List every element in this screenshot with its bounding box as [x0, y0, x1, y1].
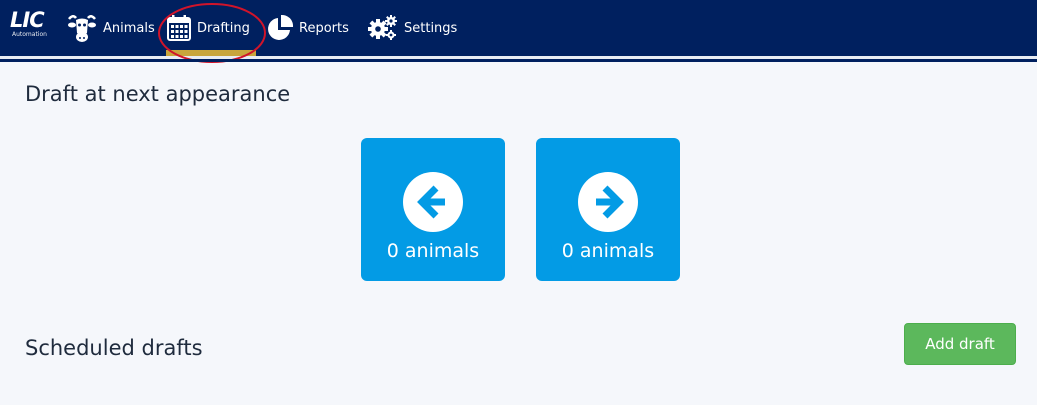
nav-label-animals: Animals [103, 20, 155, 36]
nav-item-settings[interactable]: Settings [367, 0, 457, 56]
draft-right-tile[interactable]: 0 animals [536, 138, 680, 281]
arrow-right-circle-icon [578, 172, 638, 236]
nav-label-settings: Settings [404, 20, 458, 36]
brand-tagline: Automation [12, 31, 47, 38]
nav-label-reports: Reports [299, 20, 349, 36]
scheduled-drafts-title: Scheduled drafts [25, 336, 203, 360]
cow-head-icon [66, 11, 98, 45]
draft-left-count: 0 animals [386, 240, 480, 262]
draft-left-tile[interactable]: 0 animals [361, 138, 505, 281]
arrow-left-circle-icon [403, 172, 463, 236]
draft-right-count: 0 animals [561, 240, 655, 262]
gears-icon [367, 14, 399, 42]
nav-label-drafting: Drafting [197, 20, 250, 36]
nav-item-reports[interactable]: Reports [266, 0, 349, 56]
nav-item-animals[interactable]: Animals [66, 0, 155, 56]
calendar-icon [166, 14, 192, 42]
top-navbar: LIC Automation Animals Drafting Reports … [0, 0, 1037, 63]
nav-item-drafting[interactable]: Drafting [166, 0, 250, 56]
add-draft-button[interactable]: Add draft [904, 323, 1016, 365]
brand-logo[interactable]: LIC Automation [10, 8, 47, 39]
brand-name: LIC [10, 8, 45, 32]
draft-next-title: Draft at next appearance [25, 82, 291, 106]
pie-chart-icon [266, 14, 294, 42]
active-tab-indicator [166, 50, 256, 56]
